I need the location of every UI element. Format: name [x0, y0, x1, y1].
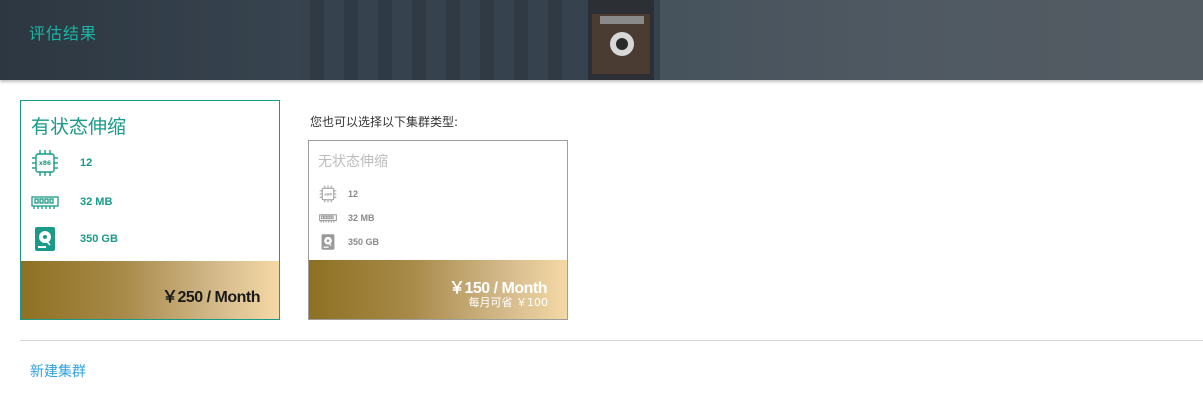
disk-spec: 350 GB: [319, 233, 379, 251]
recommended-cluster-card[interactable]: 有状态伸缩 x86 12 32 MB 350 GB ￥250 / Month: [20, 100, 280, 320]
cpu-icon: x86: [31, 149, 59, 177]
price-bar: ￥150 / Month 每月可省 ￥100: [309, 260, 567, 319]
cpu-value: 12: [348, 189, 359, 199]
cpu-spec: x86 12: [31, 149, 92, 177]
disk-value: 350 GB: [348, 237, 380, 247]
page-title: 评估结果: [29, 24, 98, 43]
disk-icon: [31, 225, 59, 253]
monthly-saving: 每月可省 ￥100: [468, 296, 549, 309]
memory-value: 32 MB: [348, 213, 375, 223]
memory-spec: 32 MB: [319, 209, 375, 227]
disk-icon: [319, 233, 337, 251]
svg-text:x86: x86: [39, 160, 51, 167]
cpu-spec: x86 12: [319, 185, 358, 203]
disk-value: 350 GB: [80, 233, 118, 245]
alternative-cluster-card[interactable]: 无状态伸缩 x86 12 32 MB 350 GB ￥150 / Month 每…: [308, 140, 568, 320]
memory-icon: [31, 188, 59, 216]
alternatives-label: 您也可以选择以下集群类型:: [310, 115, 459, 129]
cluster-type-name: 无状态伸缩: [318, 154, 388, 170]
cpu-icon: x86: [319, 185, 337, 203]
memory-spec: 32 MB: [31, 188, 112, 216]
monthly-price: ￥250 / Month: [161, 289, 261, 306]
cpu-value: 12: [80, 157, 93, 169]
divider: [20, 340, 1203, 341]
cluster-type-name: 有状态伸缩: [31, 116, 127, 138]
create-cluster-link[interactable]: 新建集群: [30, 361, 86, 381]
disk-spec: 350 GB: [31, 225, 118, 253]
header-banner: 评估结果: [0, 0, 1203, 80]
svg-text:x86: x86: [324, 191, 332, 196]
price-bar: ￥250 / Month: [21, 261, 279, 319]
memory-icon: [319, 209, 337, 227]
container-background-image: [300, 0, 660, 80]
memory-value: 32 MB: [80, 196, 113, 208]
